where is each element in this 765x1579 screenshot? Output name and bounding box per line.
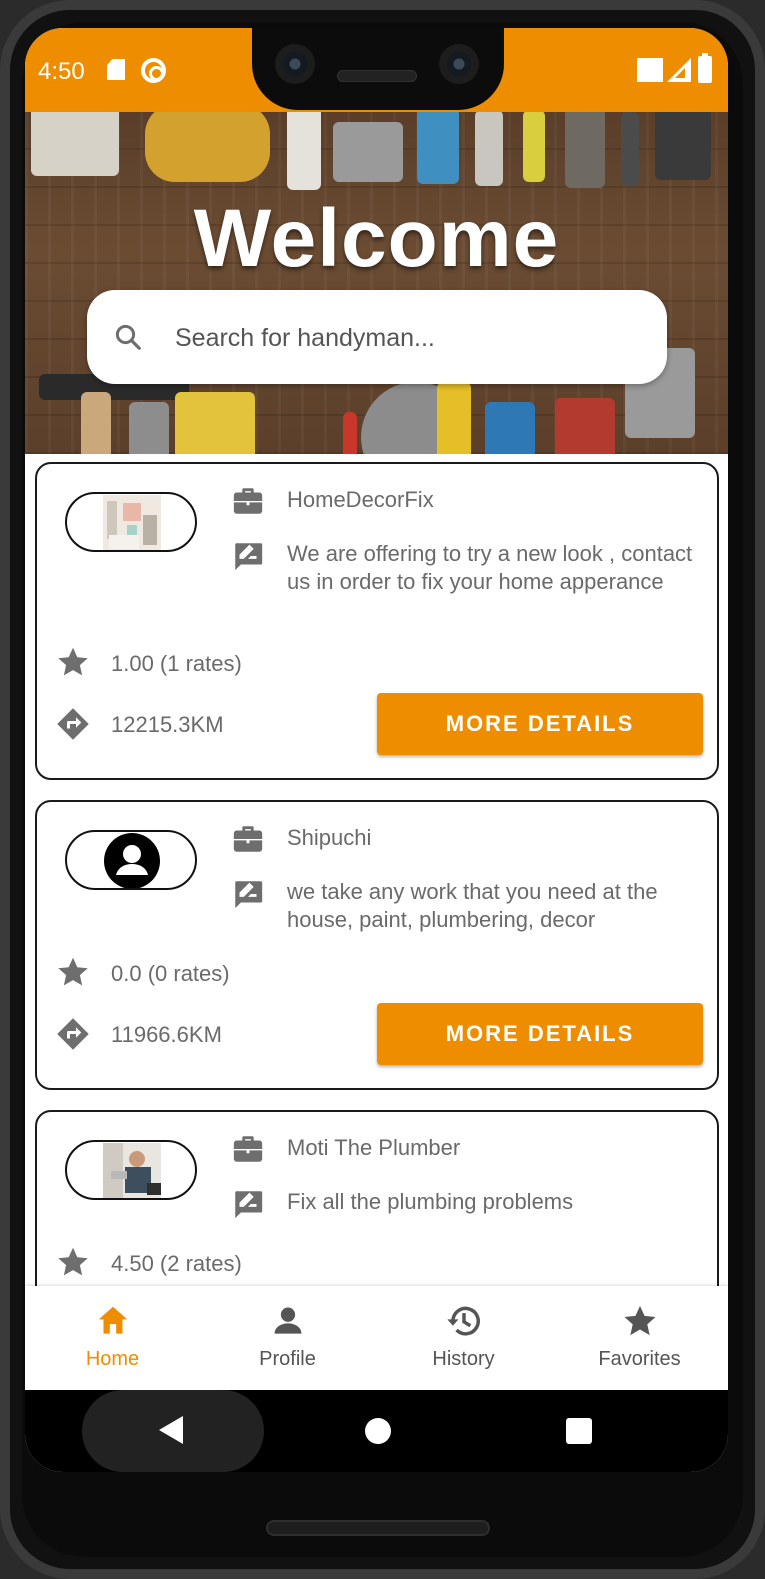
home-icon xyxy=(98,1306,128,1334)
handyman-name: Moti The Plumber xyxy=(287,1135,461,1160)
brush-decoration xyxy=(31,112,119,176)
nav-label-history: History xyxy=(432,1348,495,1370)
briefcase-icon xyxy=(233,826,263,852)
saw-decoration xyxy=(287,112,321,190)
nav-label-profile: Profile xyxy=(259,1348,316,1370)
back-icon[interactable] xyxy=(159,1416,183,1444)
nav-label-home: Home xyxy=(85,1348,140,1370)
directions-icon xyxy=(57,1018,89,1050)
screwdrivers-decoration xyxy=(175,392,255,454)
more-details-button[interactable]: MORE DETAILS xyxy=(377,1003,703,1065)
default-avatar-icon xyxy=(104,833,160,888)
camera-right xyxy=(439,44,479,84)
chisel-decoration xyxy=(475,112,503,186)
message-edit-icon xyxy=(235,1191,263,1219)
app-screen: 4:50 Welcome Search for handyman... Home… xyxy=(25,28,728,1472)
history-icon xyxy=(447,1306,480,1336)
handyman-card: Shipuchi we take any work that you need … xyxy=(35,800,719,1090)
avatar xyxy=(65,492,197,552)
battery-icon xyxy=(698,53,712,83)
search-bar[interactable] xyxy=(87,290,667,384)
nav-item-favorites[interactable]: Favorites xyxy=(552,1286,727,1390)
red-tool-decoration xyxy=(555,398,615,454)
phone-speaker-grille xyxy=(266,1520,490,1536)
rating-text: 1.00 (1 rates) xyxy=(111,651,242,676)
pliers-decoration xyxy=(417,112,459,184)
home-circle-icon[interactable] xyxy=(365,1418,391,1444)
handyman-card: HomeDecorFix We are offering to try a ne… xyxy=(35,462,719,780)
screwdriver-decoration xyxy=(523,112,545,182)
directions-icon xyxy=(57,708,89,740)
room-photo-thumbnail xyxy=(103,495,161,550)
avatar xyxy=(65,1140,197,1200)
handyman-description: We are offering to try a new look , cont… xyxy=(287,541,693,594)
earpiece-speaker xyxy=(337,70,417,82)
sd-card-icon xyxy=(107,59,125,80)
message-edit-icon xyxy=(235,881,263,909)
rating-text: 0.0 (0 rates) xyxy=(111,961,230,986)
star-icon xyxy=(58,1247,88,1276)
handyman-name: HomeDecorFix xyxy=(287,487,434,512)
wifi-icon xyxy=(637,58,663,82)
blue-pliers-decoration xyxy=(485,402,535,454)
plumber-photo-thumbnail xyxy=(103,1143,161,1198)
system-navigation-bar xyxy=(25,1390,728,1472)
nav-label-favorites: Favorites xyxy=(598,1348,681,1370)
handyman-name: Shipuchi xyxy=(287,825,372,850)
briefcase-icon xyxy=(233,1136,263,1162)
hammer-handle-decoration xyxy=(81,392,111,454)
star-icon xyxy=(624,1305,656,1336)
recents-icon[interactable] xyxy=(566,1418,592,1444)
nav-item-history[interactable]: History xyxy=(376,1286,551,1390)
star-icon xyxy=(58,647,88,676)
paintbrush-decoration xyxy=(565,112,605,188)
camera-left xyxy=(275,44,315,84)
tape-measure-decoration xyxy=(437,382,471,454)
handyman-description: we take any work that you need at the ho… xyxy=(287,879,658,932)
message-edit-icon xyxy=(235,543,263,571)
handyman-description: Fix all the plumbing problems xyxy=(287,1189,574,1214)
nav-item-profile[interactable]: Profile xyxy=(200,1286,375,1390)
distance-text: 12215.3KM xyxy=(111,712,224,737)
clamp-decoration xyxy=(333,122,403,182)
nav-item-home[interactable]: Home xyxy=(25,1286,200,1390)
briefcase-icon xyxy=(233,488,263,514)
star-icon xyxy=(58,957,88,986)
handyman-list: HomeDecorFix We are offering to try a ne… xyxy=(25,454,728,1286)
hero-banner: Welcome xyxy=(25,112,728,454)
status-time: 4:50 xyxy=(38,58,85,85)
person-icon xyxy=(274,1307,302,1334)
sync-icon xyxy=(141,58,166,83)
cutters-decoration xyxy=(655,112,711,180)
signal-icon xyxy=(667,58,691,82)
gloves-decoration xyxy=(145,112,270,182)
rating-text: 4.50 (2 rates) xyxy=(111,1251,242,1276)
nails-decoration xyxy=(129,402,169,454)
distance-text: 11966.6KM xyxy=(111,1022,222,1047)
bottom-navigation: Home Profile History Favorites xyxy=(25,1286,728,1390)
search-input[interactable] xyxy=(175,318,645,358)
search-icon xyxy=(115,324,141,350)
more-details-button[interactable]: MORE DETAILS xyxy=(377,693,703,755)
handyman-card: Moti The Plumber Fix all the plumbing pr… xyxy=(35,1110,719,1286)
file-decoration xyxy=(621,112,639,186)
welcome-title: Welcome xyxy=(193,193,560,284)
pencil-decoration xyxy=(343,412,357,454)
avatar xyxy=(65,830,197,890)
camera-notch xyxy=(252,28,504,110)
